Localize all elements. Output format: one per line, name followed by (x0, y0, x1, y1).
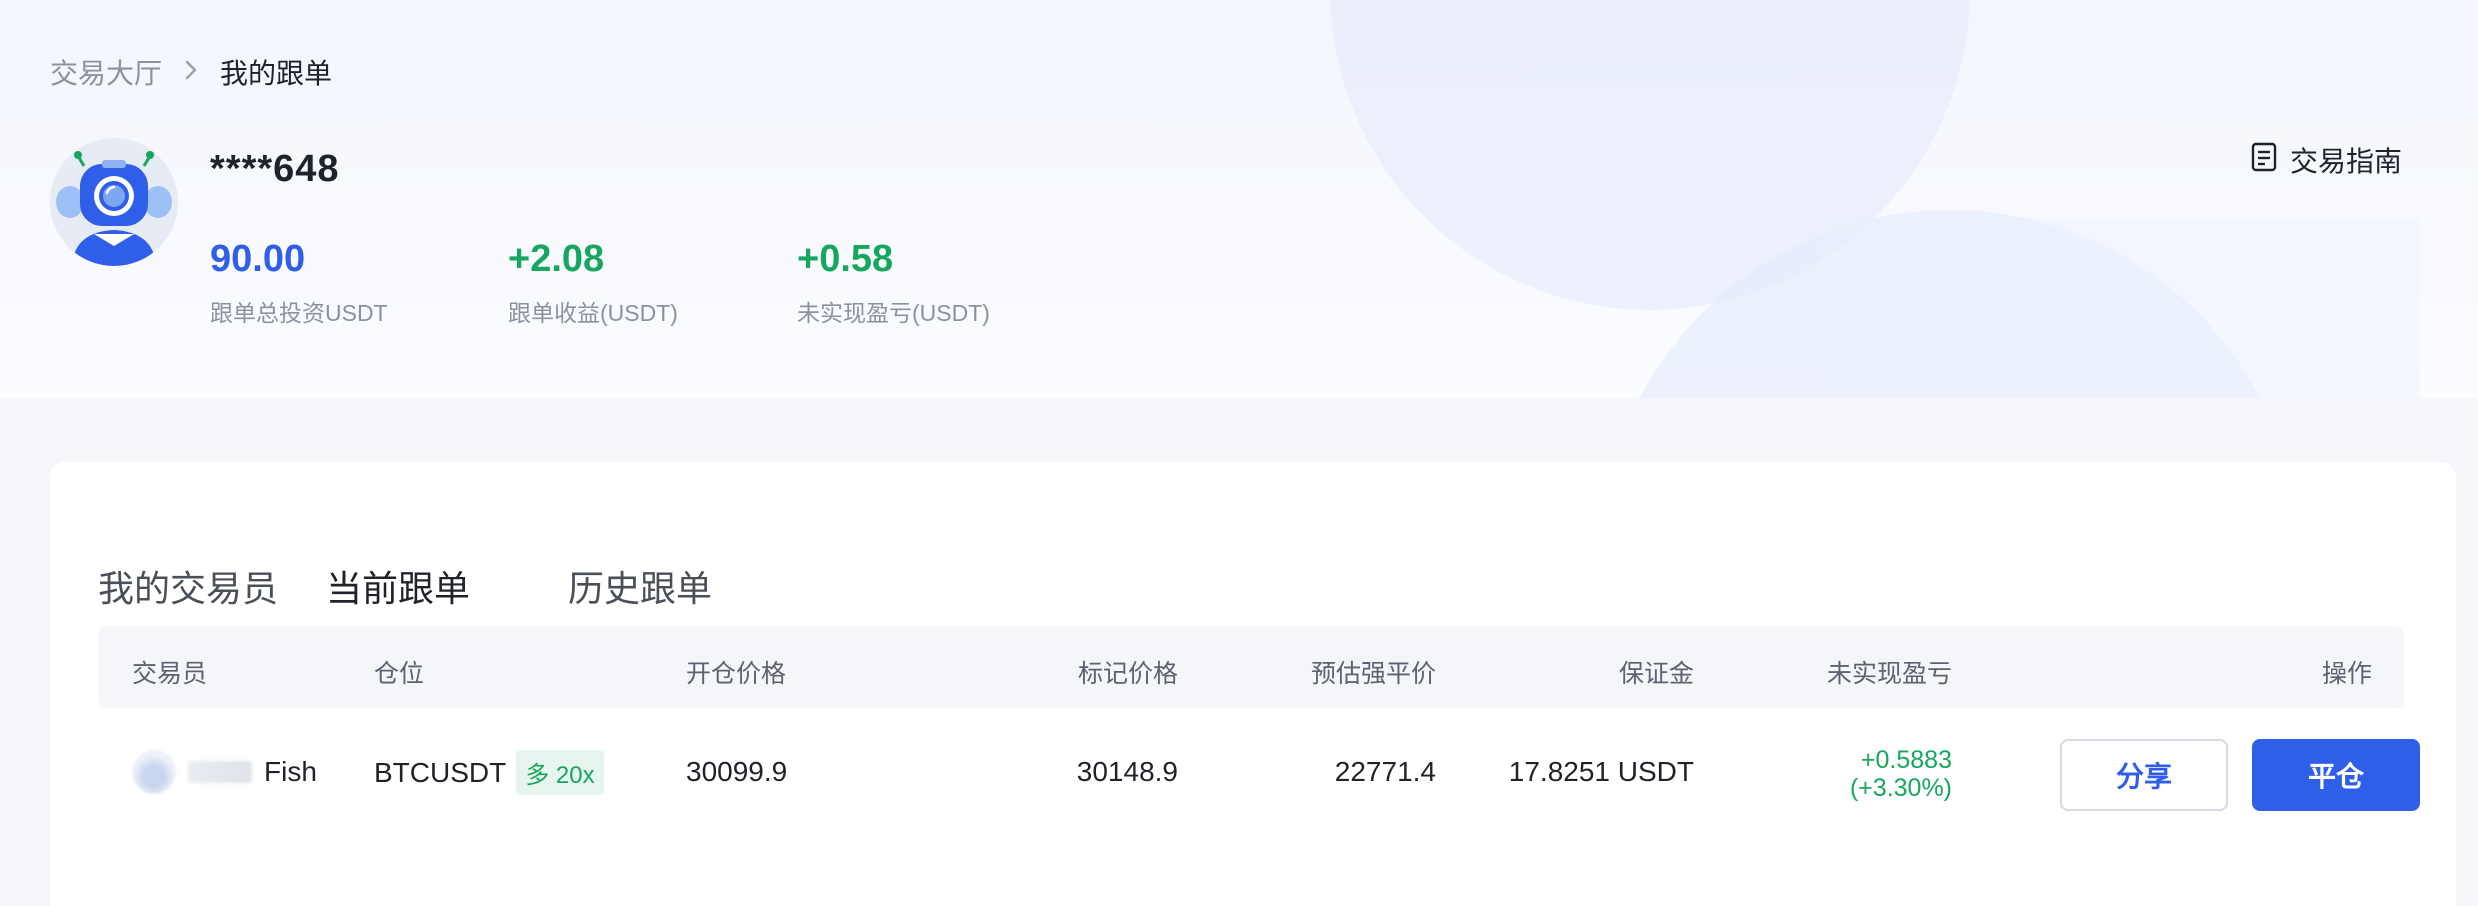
trader-avatar (132, 750, 176, 794)
header-liq-price: 预估强平价 (1310, 660, 1436, 688)
header-action: 操作 (2321, 660, 2372, 688)
unrealized-pnl: +0.5883 (+3.30%) (1850, 746, 1952, 802)
stat-unrealized-pnl: +0.58 未实现盈亏(USDT) (797, 240, 990, 328)
header-trader: 交易员 (132, 660, 208, 688)
header-open-price: 开仓价格 (686, 660, 787, 688)
breadcrumb: 交易大厅 我的跟单 (50, 52, 332, 92)
share-button[interactable]: 分享 (2060, 739, 2228, 811)
table-row: Fish BTCUSDT 多 20x 30099.9 30148.9 22771… (98, 710, 2420, 838)
header-position: 仓位 (374, 660, 425, 688)
document-icon (2250, 142, 2278, 179)
pnl-value: +0.5883 (1860, 746, 1952, 774)
robot-avatar-icon (50, 138, 178, 266)
tab-bar: 我的交易员 当前跟单 历史跟单 (98, 510, 2402, 642)
stat-label: 未实现盈亏(USDT) (797, 300, 990, 326)
trader-name-redacted (188, 761, 252, 783)
header-panel: 交易大厅 我的跟单 ****648 90.00 跟单总投资USDT +2.08 … (0, 0, 2478, 398)
breadcrumb-my-copy-trades: 我的跟单 (220, 58, 333, 89)
trading-guide-label: 交易指南 (2289, 146, 2402, 177)
stat-value: +2.08 (508, 238, 605, 280)
header-margin: 保证金 (1618, 660, 1694, 688)
trading-guide-link[interactable]: 交易指南 (2250, 140, 2402, 180)
stat-label: 跟单总投资USDT (210, 300, 388, 326)
pnl-percent: (+3.30%) (1849, 774, 1952, 802)
close-position-button[interactable]: 平仓 (2252, 739, 2420, 811)
position-cell: BTCUSDT 多 20x (374, 750, 604, 795)
stat-value: 90.00 (210, 238, 306, 280)
margin: 17.8251 USDT (1508, 756, 1694, 787)
stat-total-investment: 90.00 跟单总投资USDT (210, 240, 388, 328)
username: ****648 (210, 148, 340, 190)
trader-name: Fish (264, 756, 317, 787)
open-price: 30099.9 (686, 756, 788, 787)
trader-cell[interactable]: Fish (132, 750, 317, 794)
breadcrumb-trading-hall[interactable]: 交易大厅 (50, 52, 162, 92)
symbol: BTCUSDT (374, 756, 507, 788)
decorative-shape (1820, 218, 2420, 398)
long-leverage-tag: 多 20x (516, 750, 604, 795)
mark-price: 30148.9 (1076, 756, 1178, 787)
copy-trades-card: 我的交易员 当前跟单 历史跟单 交易员 仓位 开仓价格 标记价格 预估强平价 保… (50, 462, 2456, 906)
chevron-right-icon (184, 58, 198, 86)
stat-label: 跟单收益(USDT) (508, 300, 678, 326)
table-header: 交易员 仓位 开仓价格 标记价格 预估强平价 保证金 未实现盈亏 操作 (98, 626, 2404, 708)
liq-price: 22771.4 (1334, 756, 1436, 787)
header-unrealized-pnl: 未实现盈亏 (1826, 660, 1952, 688)
stat-copy-profit: +2.08 跟单收益(USDT) (508, 240, 678, 328)
header-mark-price: 标记价格 (1077, 660, 1178, 688)
avatar (50, 138, 178, 266)
stat-value: +0.58 (797, 238, 894, 280)
